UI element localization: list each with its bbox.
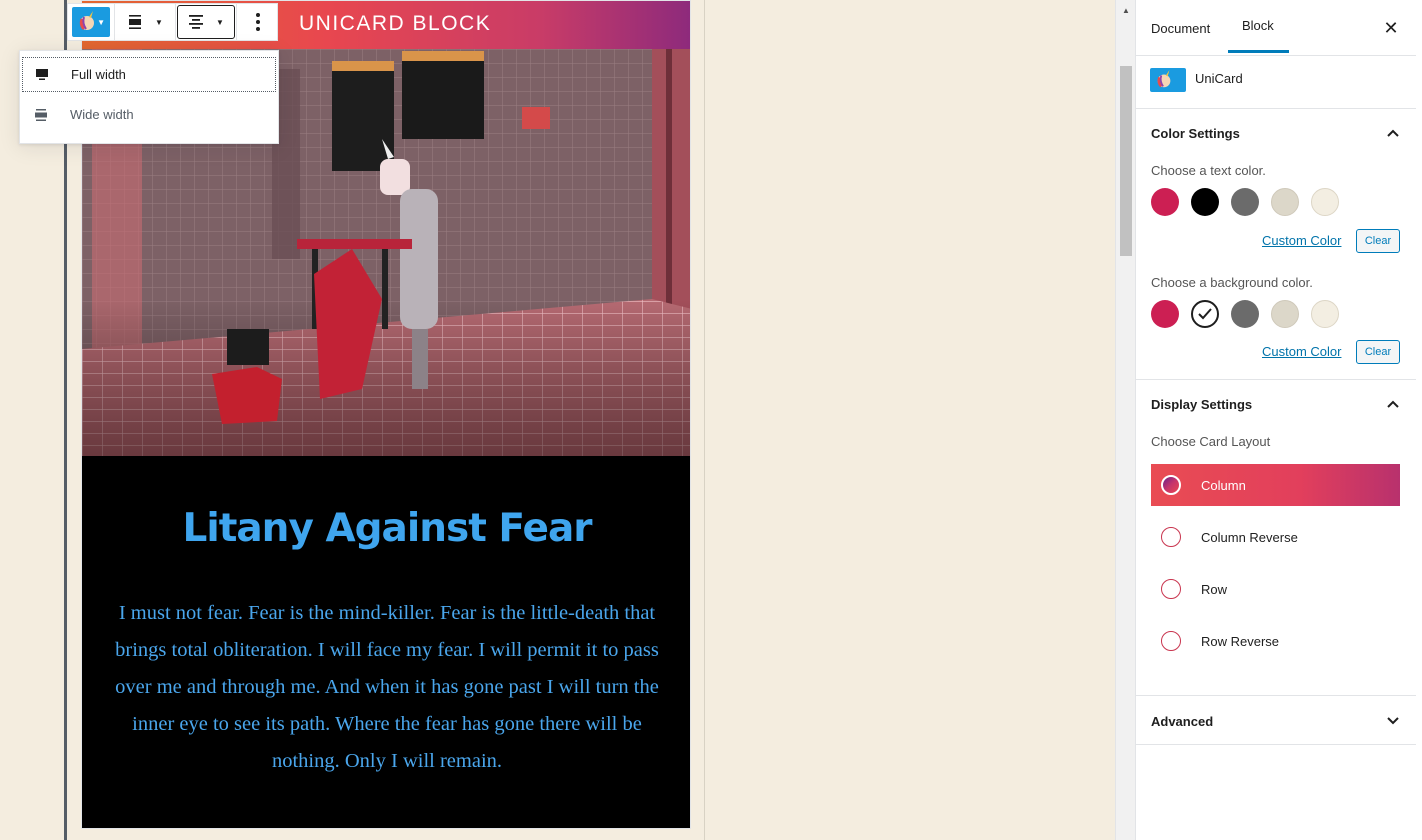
color-settings-panel: Color Settings Choose a text color. Cust… — [1136, 109, 1416, 380]
editor-scrollbar[interactable]: ▲ — [1115, 0, 1135, 840]
chevron-down-icon: ▼ — [155, 17, 163, 27]
menu-item-label: Wide width — [70, 107, 134, 122]
card-text[interactable]: I must not fear. Fear is the mind-killer… — [114, 595, 660, 780]
sidebar-tabs: Document Block ✕ — [1136, 0, 1416, 56]
wide-width-icon — [34, 108, 48, 121]
more-vertical-icon — [256, 13, 260, 31]
scroll-up-arrow-icon[interactable]: ▲ — [1122, 6, 1130, 15]
bg-color-swatch-white-selected[interactable] — [1191, 300, 1219, 328]
display-settings-toggle[interactable]: Display Settings — [1151, 397, 1252, 412]
block-toolbar: ▼ ▼ ▼ — [67, 3, 278, 41]
block-card: UniCard — [1136, 56, 1416, 109]
text-color-swatch-cream[interactable] — [1311, 188, 1339, 216]
layout-option-column[interactable]: Column — [1151, 464, 1400, 506]
editor-canvas: UNICARD BLOCK Litany Against Fear I must… — [0, 0, 1115, 840]
align-center-icon — [189, 15, 204, 29]
menu-item-wide-width[interactable]: Wide width — [22, 97, 276, 132]
menu-item-full-width[interactable]: Full width — [22, 57, 276, 92]
display-settings-panel: Display Settings Choose Card Layout Colu… — [1136, 380, 1416, 696]
block-switcher-button[interactable]: ▼ — [68, 4, 114, 40]
radio-selected-icon — [1161, 475, 1181, 495]
card-header-title[interactable]: UNICARD BLOCK — [299, 12, 491, 36]
bg-color-swatch-cream[interactable] — [1311, 300, 1339, 328]
card-body: Litany Against Fear I must not fear. Fea… — [82, 456, 690, 828]
more-options-button[interactable] — [237, 4, 279, 40]
bg-color-swatch-beige[interactable] — [1271, 300, 1299, 328]
text-custom-color-link[interactable]: Custom Color — [1262, 233, 1341, 248]
settings-sidebar: Document Block ✕ UniCard Color Settings … — [1135, 0, 1422, 840]
card-title[interactable]: Litany Against Fear — [82, 506, 690, 551]
text-color-swatch-beige[interactable] — [1271, 188, 1299, 216]
text-color-swatch-black[interactable] — [1191, 188, 1219, 216]
layout-option-row[interactable]: Row — [1151, 568, 1400, 610]
bg-custom-color-link[interactable]: Custom Color — [1262, 344, 1341, 359]
layout-option-label: Row — [1201, 581, 1228, 597]
align-wide-icon — [129, 15, 142, 29]
text-color-clear-button[interactable]: Clear — [1356, 229, 1400, 253]
layout-option-label: Column — [1201, 477, 1246, 493]
chevron-up-icon[interactable] — [1386, 397, 1400, 411]
layout-option-label: Column Reverse — [1201, 529, 1298, 545]
alignment-dropdown: Full width Wide width — [19, 50, 279, 144]
chevron-down-icon: ▼ — [216, 17, 224, 27]
block-name: UniCard — [1195, 71, 1243, 86]
bg-color-swatch-crimson[interactable] — [1151, 300, 1179, 328]
content-alignment-button[interactable]: ▼ — [176, 4, 236, 40]
tab-block[interactable]: Block — [1228, 0, 1289, 53]
tab-document[interactable]: Document — [1151, 0, 1210, 56]
layout-option-column-reverse[interactable]: Column Reverse — [1151, 516, 1400, 558]
text-color-label: Choose a text color. — [1151, 163, 1266, 178]
bg-color-swatch-gray[interactable] — [1231, 300, 1259, 328]
menu-item-label: Full width — [71, 67, 126, 82]
checkmark-icon — [1198, 308, 1212, 320]
advanced-panel: Advanced — [1136, 696, 1416, 745]
radio-icon — [1161, 579, 1181, 599]
color-settings-toggle[interactable]: Color Settings — [1151, 126, 1240, 141]
chevron-down-icon: ▼ — [97, 18, 105, 27]
advanced-toggle[interactable]: Advanced — [1151, 714, 1213, 729]
card-layout-label: Choose Card Layout — [1151, 434, 1271, 449]
radio-icon — [1161, 631, 1181, 651]
layout-option-label: Row Reverse — [1201, 633, 1280, 649]
unicorn-icon — [1150, 68, 1186, 92]
scroll-thumb[interactable] — [1120, 66, 1132, 256]
text-color-swatch-gray[interactable] — [1231, 188, 1259, 216]
close-icon[interactable]: ✕ — [1381, 18, 1401, 38]
chevron-up-icon[interactable] — [1386, 126, 1400, 140]
layout-option-row-reverse[interactable]: Row Reverse — [1151, 620, 1400, 662]
full-width-icon — [35, 69, 49, 81]
text-color-swatch-crimson[interactable] — [1151, 188, 1179, 216]
chevron-down-icon[interactable] — [1386, 714, 1400, 728]
block-alignment-button[interactable]: ▼ — [115, 4, 175, 40]
radio-icon — [1161, 527, 1181, 547]
background-color-label: Choose a background color. — [1151, 275, 1313, 290]
bg-color-clear-button[interactable]: Clear — [1356, 340, 1400, 364]
